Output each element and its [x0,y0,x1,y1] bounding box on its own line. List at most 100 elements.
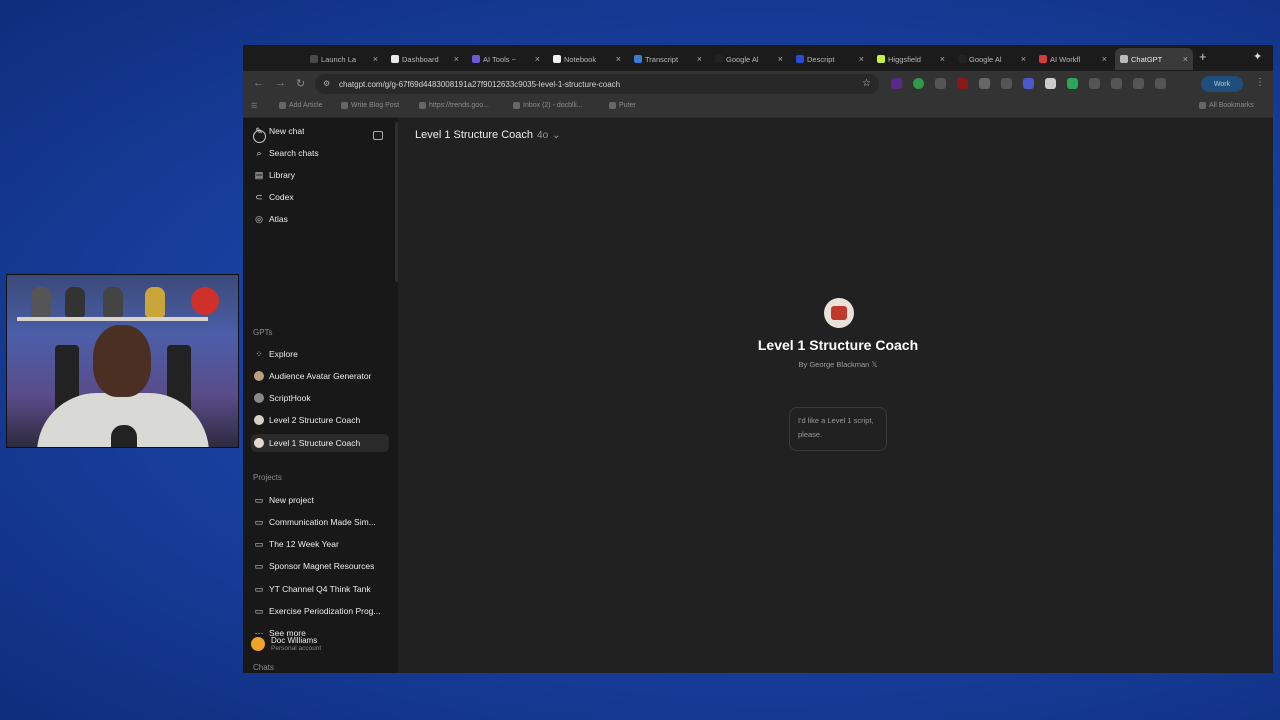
extension-icon[interactable] [1001,78,1012,89]
extension-icon[interactable] [891,78,902,89]
browser-tab[interactable]: Launch La × [305,48,383,70]
site-info-icon[interactable]: ⚙ [323,79,330,88]
all-bookmarks[interactable]: All Bookmarks [1199,102,1254,109]
extension-icon[interactable] [957,78,968,89]
tab-favicon-icon [1120,55,1128,63]
figurine [103,287,123,317]
figurine [31,287,51,317]
extension-icon[interactable] [935,78,946,89]
account-menu[interactable]: Doc Williams Personal account [251,636,321,652]
chats-heading: Chats [253,663,274,672]
sidebar-item-new-chat[interactable]: ✎ New chat [251,122,389,140]
bookmark-item[interactable]: Add Article [279,102,322,109]
address-bar[interactable]: ⚙ chatgpt.com/g/g-67f69d4483008191a27f90… [315,74,879,94]
sidebar-gpt-item[interactable]: ScriptHook [251,389,389,407]
sidebar-item-label: Level 1 Structure Coach [269,438,361,448]
browser-tab[interactable]: Higgsfield × [872,48,950,70]
browser-tab[interactable]: AI Workfl × [1034,48,1112,70]
bookmark-favicon-icon [513,102,520,109]
reload-icon[interactable]: ↻ [296,77,305,90]
apps-icon[interactable]: ☰ [251,102,257,110]
tab-label: Descript [807,54,835,64]
browser-tab[interactable]: Transcript × [629,48,707,70]
sidebar-project-item[interactable]: ▭ Exercise Periodization Prog... [251,602,389,620]
model-title: Level 1 Structure Coach [415,129,534,141]
browser-tab[interactable]: Notebook × [548,48,626,70]
sidebar-item-label: Audience Avatar Generator [269,371,372,381]
sidebar-gpt-item[interactable]: Level 2 Structure Coach [251,411,389,429]
sidebar-project-item[interactable]: ▭ Sponsor Magnet Resources [251,557,389,575]
profile-button[interactable]: Work [1201,76,1243,92]
sidebar-gpt-item[interactable]: Audience Avatar Generator [251,367,389,385]
x-icon[interactable]: 𝕏 [871,360,877,369]
close-tab-icon[interactable]: × [1021,54,1026,64]
tab-favicon-icon [310,55,318,63]
close-tab-icon[interactable]: × [535,54,540,64]
atlas-icon: ◎ [255,213,263,224]
close-tab-icon[interactable]: × [697,54,702,64]
close-tab-icon[interactable]: × [454,54,459,64]
sidebar-item-atlas[interactable]: ◎ Atlas [251,210,389,228]
browser-tab[interactable]: Dashboard × [386,48,464,70]
close-tab-icon[interactable]: × [616,54,621,64]
sidebar-project-item[interactable]: ▭ YT Channel Q4 Think Tank [251,580,389,598]
close-tab-icon[interactable]: × [940,54,945,64]
figurine [145,287,165,317]
puzzle-icon[interactable] [1111,78,1122,89]
sidebar-gpt-item[interactable]: ⁘ Explore [251,345,389,363]
close-tab-icon[interactable]: × [1183,54,1188,64]
extension-icon[interactable] [1045,78,1056,89]
sidebar-project-item[interactable]: ▭ Communication Made Sim... [251,513,389,531]
model-selector[interactable]: Level 1 Structure Coach 4o ⌄ [415,129,561,141]
tab-label: ChatGPT [1131,54,1163,64]
tab-label: AI Tools ~ [483,54,517,64]
browser-tab[interactable]: Descript × [791,48,869,70]
bookmark-item[interactable]: https://trends.goo... [419,102,489,109]
tab-favicon-icon [472,55,480,63]
bookmark-favicon-icon [279,102,286,109]
sidebar-scrollbar[interactable] [395,122,398,282]
extension-icon[interactable] [913,78,924,89]
tab-label: Google Al [969,54,1002,64]
microphone [111,425,137,447]
gpt-avatar-icon [254,415,264,425]
bookmark-star-icon[interactable]: ☆ [862,78,871,89]
sidebar-item-codex[interactable]: ⊂ Codex [251,188,389,206]
close-tab-icon[interactable]: × [778,54,783,64]
bookmark-item[interactable]: Puter [609,102,636,109]
account-name: Doc Williams [271,636,318,645]
gpt-avatar-icon [254,438,264,448]
back-icon[interactable]: ← [253,77,264,89]
sparkle-icon[interactable]: ✦ [1253,50,1262,63]
extension-icon[interactable] [979,78,990,89]
conversation-starter[interactable]: I'd like a Level 1 script, please. [789,407,887,451]
tab-favicon-icon [877,55,885,63]
extension-icon[interactable] [1067,78,1078,89]
menu-icon[interactable]: ⋮ [1255,77,1265,88]
gpt-name: Level 1 Structure Coach [757,337,919,353]
projects-heading: Projects [253,473,282,482]
folder-icon: ▭ [254,560,264,571]
bookmarks-bar: ☰ Add Article Write Blog Post https://tren… [243,97,1273,118]
close-tab-icon[interactable]: × [1102,54,1107,64]
new-tab-button[interactable]: + [1199,49,1207,64]
bookmark-item[interactable]: Write Blog Post [341,102,399,109]
close-tab-icon[interactable]: × [373,54,378,64]
bookmark-item[interactable]: Inbox (2) - docblli... [513,102,583,109]
browser-tab[interactable]: AI Tools ~ × [467,48,545,70]
browser-tab[interactable]: ChatGPT × [1115,48,1193,70]
sidebar-gpt-item[interactable]: Level 1 Structure Coach [251,434,389,452]
browser-tab[interactable]: Google Al × [710,48,788,70]
extension-icon[interactable] [1023,78,1034,89]
forward-icon[interactable]: → [275,77,286,89]
close-tab-icon[interactable]: × [859,54,864,64]
sidebar-project-item[interactable]: ▭ The 12 Week Year [251,535,389,553]
search-icon: ⌕ [256,147,262,158]
sidebar-item-library[interactable]: ▤ Library [251,166,389,184]
sidebar-project-item[interactable]: ▭ New project [251,491,389,509]
sidepanel-icon[interactable] [1133,78,1144,89]
download-icon[interactable] [1155,78,1166,89]
sidebar-item-search-chats[interactable]: ⌕ Search chats [251,144,389,162]
extension-icon[interactable] [1089,78,1100,89]
browser-tab[interactable]: Google Al × [953,48,1031,70]
